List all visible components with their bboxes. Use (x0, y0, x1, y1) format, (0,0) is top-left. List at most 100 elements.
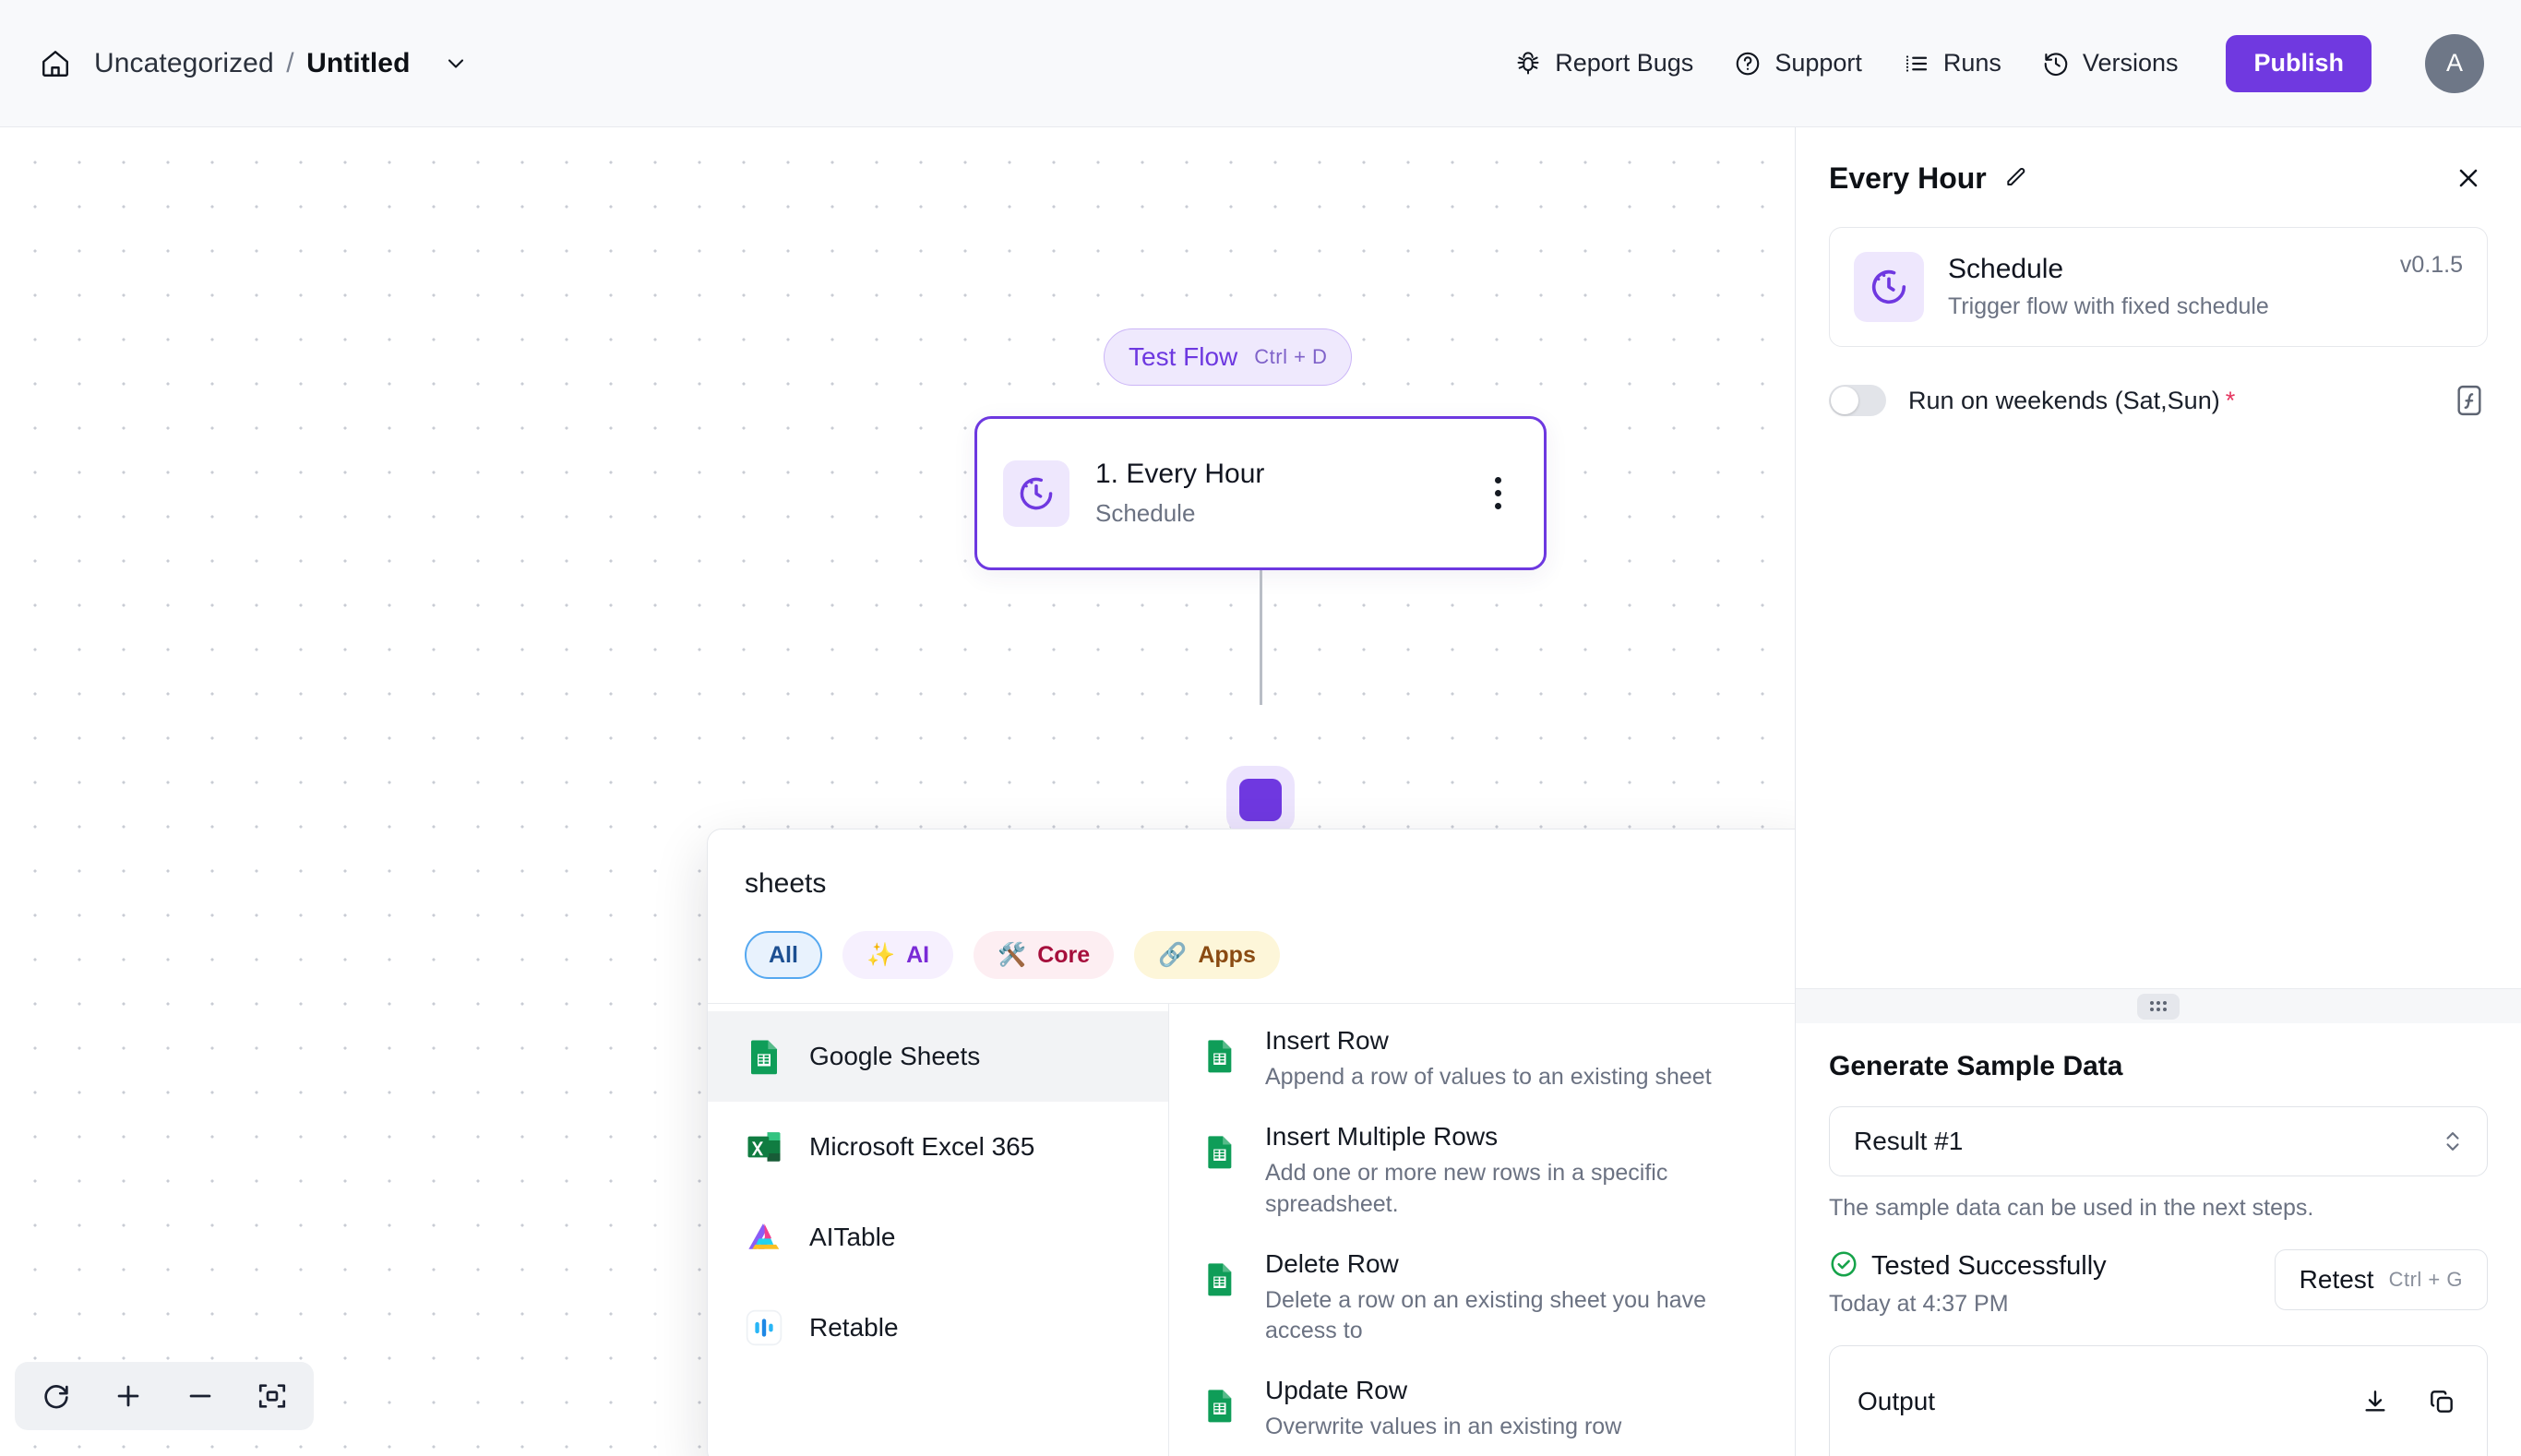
link-icon: 🔗 (1158, 942, 1187, 969)
download-icon[interactable] (2358, 1384, 2393, 1419)
result-select[interactable]: Result #1 (1829, 1106, 2488, 1176)
test-flow-shortcut: Ctrl + D (1254, 345, 1327, 369)
piece-card: Schedule Trigger flow with fixed schedul… (1829, 227, 2488, 347)
output-actions (2358, 1384, 2459, 1419)
app-list-item-aitable[interactable]: AITable (708, 1192, 1168, 1283)
action-title: Delete Row (1265, 1249, 1776, 1279)
panel-spacer (1796, 421, 2521, 988)
app-list-item-microsoft-excel-365[interactable]: Microsoft Excel 365 (708, 1102, 1168, 1192)
action-title: Update Row (1265, 1376, 1621, 1405)
action-list-item-insert-multiple-rows[interactable]: Insert Multiple Rows Add one or more new… (1169, 1105, 1795, 1233)
trigger-node[interactable]: 1. Every Hour Schedule (974, 416, 1547, 570)
action-list: Insert Row Append a row of values to an … (1169, 1004, 1795, 1456)
runs-button[interactable]: Runs (1903, 49, 2001, 78)
app-list-item-retable[interactable]: Retable (708, 1283, 1168, 1373)
run-on-weekends-row: Run on weekends (Sat,Sun)* (1796, 347, 2521, 421)
app-list-item-google-sheets[interactable]: Google Sheets (708, 1011, 1168, 1102)
step-settings-panel: Every Hour Schedule Trigger flow with fi… (1795, 127, 2521, 1456)
action-list-item-text: Delete Row Delete a row on an existing s… (1265, 1246, 1776, 1347)
step-search-popup: All ✨ AI 🛠️ Core 🔗 Apps (707, 829, 1795, 1456)
support-button[interactable]: Support (1734, 49, 1862, 78)
retest-shortcut: Ctrl + G (2389, 1268, 2463, 1292)
chevron-down-icon[interactable] (440, 48, 472, 79)
canvas-controls (15, 1362, 314, 1430)
filter-chip-apps[interactable]: 🔗 Apps (1134, 931, 1280, 979)
schedule-clock-icon (1003, 460, 1069, 527)
test-status-row: Tested Successfully Today at 4:37 PM Ret… (1829, 1249, 2488, 1318)
breadcrumb[interactable]: Uncategorized / Untitled (94, 48, 411, 79)
function-icon[interactable] (2451, 380, 2488, 421)
add-step-button[interactable] (1226, 766, 1295, 834)
app-list-item-label: Retable (809, 1313, 899, 1343)
test-status-head: Tested Successfully (1829, 1249, 2107, 1283)
tools-icon: 🛠️ (998, 942, 1026, 969)
test-status-label: Tested Successfully (1871, 1251, 2107, 1282)
app-list-item-label: AITable (809, 1223, 895, 1252)
action-list-item-update-row[interactable]: Update Row Overwrite values in an existi… (1169, 1359, 1795, 1455)
result-select-value: Result #1 (1854, 1127, 1963, 1156)
run-on-weekends-toggle[interactable] (1829, 385, 1886, 416)
required-mark: * (2226, 387, 2236, 414)
test-flow-button[interactable]: Test Flow Ctrl + D (1104, 328, 1352, 386)
retest-button[interactable]: Retest Ctrl + G (2275, 1249, 2488, 1310)
filter-chip-core[interactable]: 🛠️ Core (974, 931, 1114, 979)
panel-resize-handle[interactable] (1796, 988, 2521, 1023)
publish-button[interactable]: Publish (2226, 35, 2372, 92)
close-icon[interactable] (2449, 159, 2488, 197)
add-step-square (1239, 779, 1282, 821)
action-list-item-delete-row[interactable]: Delete Row Delete a row on an existing s… (1169, 1233, 1795, 1360)
app-list-item-label: Microsoft Excel 365 (809, 1132, 1034, 1162)
help-circle-icon (1734, 50, 1762, 78)
app-root: Uncategorized / Untitled Report Bugs Sup… (0, 0, 2521, 1456)
report-bugs-button[interactable]: Report Bugs (1514, 49, 1693, 78)
pencil-icon[interactable] (2000, 162, 2031, 194)
grip-dots-icon (2150, 1001, 2167, 1011)
action-list-item-insert-row[interactable]: Insert Row Append a row of values to an … (1169, 1009, 1795, 1105)
sparkles-icon: ✨ (866, 942, 895, 969)
list-icon (1903, 50, 1930, 78)
zoom-out-button[interactable] (172, 1367, 229, 1425)
support-label: Support (1774, 49, 1862, 78)
fit-view-button[interactable] (244, 1367, 301, 1425)
action-description: Overwrite values in an existing row (1265, 1412, 1621, 1442)
piece-version: v0.1.5 (2400, 252, 2463, 279)
top-bar-left: Uncategorized / Untitled (0, 45, 472, 82)
filter-chip-ai[interactable]: ✨ AI (842, 931, 953, 979)
google-sheets-icon (1201, 1387, 1241, 1427)
output-section: Output (1829, 1345, 2488, 1456)
versions-button[interactable]: Versions (2042, 49, 2179, 78)
node-more-menu-icon[interactable] (1477, 469, 1518, 519)
filter-chip-all-label: All (769, 942, 798, 969)
zoom-in-button[interactable] (100, 1367, 157, 1425)
copy-icon[interactable] (2424, 1384, 2459, 1419)
action-description: Add one or more new rows in a specific s… (1265, 1158, 1776, 1220)
bug-icon (1514, 50, 1542, 78)
panel-title: Every Hour (1829, 161, 1987, 196)
trigger-node-text: 1. Every Hour Schedule (1095, 459, 1264, 528)
action-list-item-text: Insert Row Append a row of values to an … (1265, 1022, 1712, 1092)
breadcrumb-document: Untitled (306, 48, 410, 78)
sample-data-heading: Generate Sample Data (1829, 1051, 2488, 1082)
avatar[interactable]: A (2425, 34, 2484, 93)
action-title: Insert Row (1265, 1026, 1712, 1056)
filter-chip-ai-label: AI (906, 942, 929, 969)
run-on-weekends-label: Run on weekends (Sat,Sun)* (1908, 387, 2235, 415)
action-title: Insert Multiple Rows (1265, 1122, 1776, 1152)
action-description: Delete a row on an existing sheet you ha… (1265, 1285, 1776, 1347)
toggle-knob (1831, 387, 1858, 414)
app-list: Google Sheets (708, 1004, 1169, 1456)
home-icon[interactable] (37, 45, 74, 82)
toggle-label-text: Run on weekends (Sat,Sun) (1908, 387, 2220, 414)
runs-label: Runs (1943, 49, 2001, 78)
test-flow-label: Test Flow (1129, 342, 1237, 372)
filter-chip-apps-label: Apps (1198, 942, 1256, 969)
retest-label: Retest (2300, 1265, 2374, 1295)
search-input[interactable] (745, 857, 1776, 911)
report-bugs-label: Report Bugs (1555, 49, 1693, 78)
test-status-text: Tested Successfully Today at 4:37 PM (1829, 1249, 2107, 1318)
google-sheets-icon (1201, 1133, 1241, 1174)
filter-chip-all[interactable]: All (745, 931, 822, 979)
flow-canvas[interactable]: Test Flow Ctrl + D 1. Every Hour Schedul… (0, 127, 1795, 1456)
aitable-icon (743, 1216, 785, 1259)
reset-view-button[interactable] (28, 1367, 85, 1425)
